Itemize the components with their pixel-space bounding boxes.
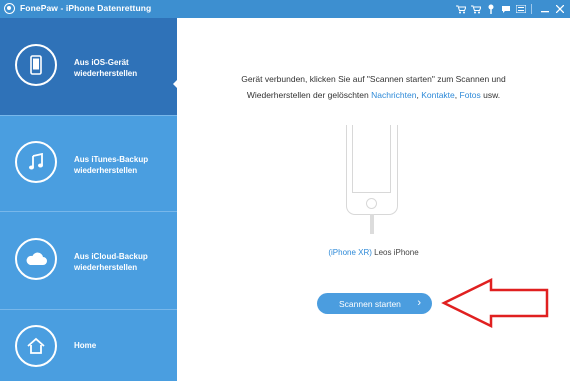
usb-cable-illustration [370,214,374,234]
main-panel: Gerät verbunden, klicken Sie auf "Scanne… [177,18,570,381]
chevron-right-icon: › [417,297,421,309]
device-name: Leos iPhone [371,248,419,257]
chat-icon[interactable] [499,2,512,16]
music-note-icon [15,141,57,183]
phone-screen [352,125,391,193]
sidebar-item-ios-device[interactable]: Aus iOS-Gerät wiederherstellen [0,18,177,116]
sidebar: Aus iOS-Gerät wiederherstellen Aus iTune… [0,18,178,381]
key-icon[interactable] [484,2,497,16]
instruction-line-1: Gerät verbunden, klicken Sie auf "Scanne… [241,74,506,84]
sidebar-item-label: Aus iTunes-Backup wiederherstellen [74,155,149,175]
phone-home-button [366,198,377,209]
sidebar-item-home[interactable]: Home [0,310,177,381]
cart-icon-2[interactable] [469,2,482,16]
app-title: FonePaw - iPhone Datenrettung [20,3,152,13]
minimize-icon[interactable] [538,2,551,16]
phone-icon [15,44,57,86]
sidebar-item-label: Aus iOS-Gerät wiederherstellen [74,58,138,78]
menu-icon[interactable] [514,2,527,16]
sidebar-item-itunes-backup[interactable]: Aus iTunes-Backup wiederherstellen [0,116,177,212]
start-scan-button[interactable]: Scannen starten › [317,293,432,314]
photos-link[interactable]: Fotos [460,90,481,100]
iphone-illustration [346,125,398,215]
cart-icon[interactable] [454,2,467,16]
messages-link[interactable]: Nachrichten [371,90,416,100]
title-bar: FonePaw - iPhone Datenrettung [0,0,570,18]
device-model: (iPhone XR) [328,248,372,257]
instruction-line-2: Wiederherstellen der gelöschten Nachrich… [177,87,570,103]
sidebar-item-label: Aus iCloud-Backup wiederherstellen [74,252,148,272]
app-logo-icon [4,3,15,14]
cloud-icon [15,238,57,280]
contacts-link[interactable]: Kontakte [421,90,455,100]
instruction-line-2-text: Wiederherstellen der gelöschten [246,90,372,100]
sidebar-item-icloud-backup[interactable]: Aus iCloud-Backup wiederherstellen [0,212,177,310]
instruction-suffix: usw. [480,90,501,100]
red-arrow-annotation [441,278,549,328]
close-icon[interactable] [553,2,566,16]
title-bar-controls [452,1,566,17]
home-icon [15,325,57,367]
instruction-text: Gerät verbunden, klicken Sie auf "Scanne… [177,71,570,103]
sidebar-item-label: Home [74,341,97,350]
device-info: (iPhone XR) Leos iPhone [177,248,570,257]
start-scan-label: Scannen starten [339,299,401,309]
title-bar-divider [531,4,532,14]
